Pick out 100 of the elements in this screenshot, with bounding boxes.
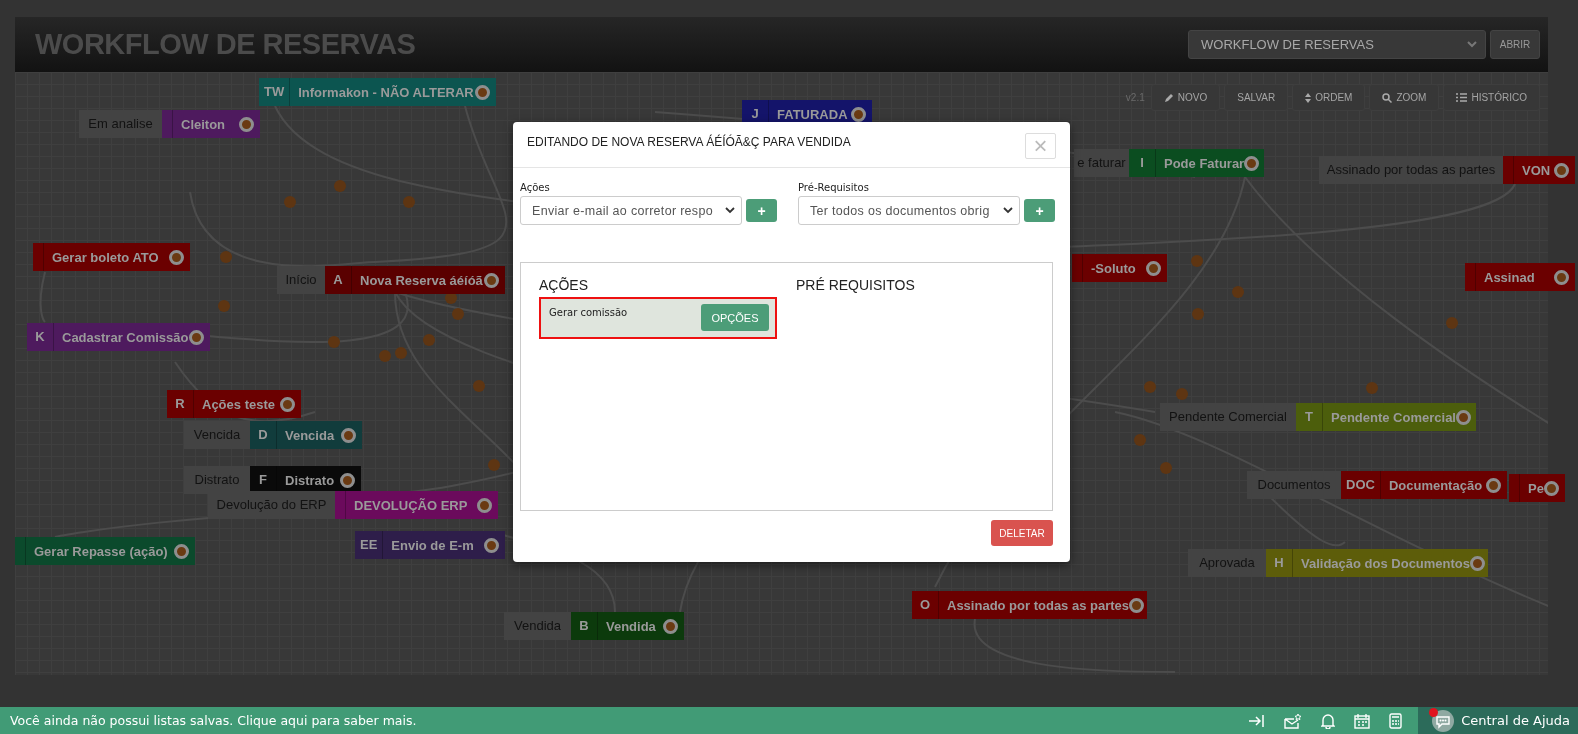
handle-icon[interactable]	[851, 106, 866, 122]
handle-icon[interactable]	[1129, 597, 1145, 613]
prerequisites-select[interactable]: Ter todos os documentos obrig	[798, 196, 1020, 225]
workflow-node[interactable]: -Soluto	[1072, 254, 1167, 282]
connector-dot[interactable]	[423, 334, 435, 346]
chevron-icon	[725, 207, 735, 214]
toolbar-button[interactable]: ORDEM	[1292, 84, 1366, 111]
connector-dot[interactable]	[379, 350, 391, 362]
handle-icon[interactable]	[1244, 155, 1260, 171]
workflow-node[interactable]: D Vencida	[250, 421, 362, 449]
arrow-to-line-icon[interactable]	[1249, 714, 1266, 727]
toolbar-button[interactable]: SALVAR	[1224, 84, 1289, 111]
workflow-node[interactable]: Gerar Repasse (ação)	[15, 537, 195, 565]
connector-dot[interactable]	[473, 380, 485, 392]
workflow-node[interactable]: O Assinado por todas as partes	[912, 591, 1147, 619]
connector-dot[interactable]	[218, 300, 230, 312]
handle-icon[interactable]	[475, 84, 490, 100]
handle-icon[interactable]	[1470, 555, 1486, 571]
node-title: Pode Faturar	[1163, 155, 1245, 171]
calendar-icon[interactable]	[1354, 712, 1371, 729]
node-title: Nova Reserva áéíóã	[359, 272, 484, 288]
action-item[interactable]: Gerar comissão OPÇÕES	[539, 297, 777, 339]
handle-icon[interactable]	[1544, 480, 1559, 496]
options-button[interactable]: OPÇÕES	[701, 304, 769, 331]
node-title: Vendida	[605, 618, 657, 634]
open-button[interactable]: ABRIR	[1490, 30, 1540, 59]
handle-icon[interactable]	[663, 618, 678, 634]
connector-dot[interactable]	[328, 336, 340, 348]
workflow-node[interactable]: R Ações teste	[167, 390, 301, 418]
workflow-node[interactable]: Assinad	[1465, 263, 1575, 291]
workflow-node[interactable]: DOC Documentação	[1341, 471, 1507, 499]
connector-dot[interactable]	[1160, 462, 1172, 474]
node-letter: K	[27, 323, 54, 351]
actions-select[interactable]: Enviar e-mail ao corretor respo	[520, 196, 742, 225]
delete-button[interactable]: DELETAR	[991, 520, 1053, 546]
add-button[interactable]: +	[1024, 199, 1055, 222]
node-title: Pendente Comercial	[1330, 409, 1456, 425]
connector-dot[interactable]	[1144, 381, 1156, 393]
handle-icon[interactable]	[1146, 260, 1161, 276]
handle-icon[interactable]	[484, 537, 499, 553]
workflow-node[interactable]: B Vendida	[571, 612, 684, 640]
handle-icon[interactable]	[341, 427, 356, 443]
handle-icon[interactable]	[477, 497, 492, 513]
node-title: -Soluto	[1090, 260, 1137, 276]
node-title: Pe	[1527, 480, 1544, 496]
connector-dot[interactable]	[284, 196, 296, 208]
workflow-node[interactable]: H Validação dos Documentos	[1266, 549, 1488, 577]
connector-dot[interactable]	[488, 459, 500, 471]
connector-dot[interactable]	[1176, 388, 1188, 400]
node-title: Gerar Repasse (ação)	[33, 543, 169, 559]
handle-icon[interactable]	[484, 272, 499, 288]
connector-dot[interactable]	[1232, 286, 1244, 298]
workflow-node[interactable]: EE Envio de E-m	[355, 531, 505, 559]
handle-icon[interactable]	[1456, 409, 1471, 425]
workflow-node[interactable]: F Distrato	[250, 466, 361, 494]
connector-dot[interactable]	[395, 347, 407, 359]
handle-icon[interactable]	[239, 116, 254, 132]
calculator-icon[interactable]	[1389, 712, 1403, 729]
connector-dot[interactable]	[334, 180, 346, 192]
mail-star-icon[interactable]	[1284, 712, 1303, 729]
connector-dot[interactable]	[403, 196, 415, 208]
handle-icon[interactable]	[1486, 477, 1501, 493]
workflow-node[interactable]: I Pode Faturar	[1129, 149, 1264, 177]
node-letter: T	[1296, 403, 1323, 431]
workflow-node[interactable]: Gerar boleto ATO	[33, 243, 190, 271]
handle-icon[interactable]	[174, 543, 189, 559]
handle-icon[interactable]	[1554, 162, 1569, 178]
connector-dot[interactable]	[1134, 434, 1146, 446]
connector-dot[interactable]	[452, 308, 464, 320]
workflow-select[interactable]: WORKFLOW DE RESERVAS	[1188, 30, 1486, 59]
node-title: Validação dos Documentos	[1300, 555, 1471, 571]
toolbar-button[interactable]: NOVO	[1150, 84, 1221, 111]
workflow-node[interactable]: K Cadastrar Comissão	[27, 323, 210, 351]
connector-dot[interactable]	[1366, 382, 1378, 394]
handle-icon[interactable]	[189, 329, 204, 345]
handle-icon[interactable]	[169, 249, 184, 265]
workflow-node[interactable]: T Pendente Comercial	[1296, 403, 1476, 431]
connector-dot[interactable]	[1191, 255, 1203, 267]
help-center-button[interactable]: Central de Ajuda	[1418, 707, 1578, 734]
workflow-node[interactable]: A Nova Reserva áéíóã	[325, 266, 505, 294]
node-letter: EE	[355, 531, 384, 559]
toolbar-button[interactable]: HISTÓRICO	[1443, 84, 1540, 111]
add-button[interactable]: +	[746, 199, 777, 222]
node-title: Assinad	[1483, 269, 1536, 285]
bell-icon[interactable]	[1321, 712, 1336, 729]
workflow-node[interactable]: Pe	[1509, 474, 1565, 502]
workflow-node[interactable]: Cleiton	[162, 110, 260, 138]
workflow-node[interactable]: DEVOLUÇÃO ERP	[335, 491, 498, 519]
connector-dot[interactable]	[1446, 317, 1458, 329]
workflow-node[interactable]: TW Informakon - NÃO ALTERAR	[259, 78, 496, 106]
connector-dot[interactable]	[1192, 308, 1204, 320]
handle-icon[interactable]	[280, 396, 295, 412]
workflow-node[interactable]: VON	[1503, 156, 1575, 184]
handle-icon[interactable]	[340, 472, 355, 488]
status-message[interactable]: Você ainda não possui listas salvas. Clique aqui para saber mais.	[0, 713, 1250, 728]
handle-icon[interactable]	[1554, 269, 1569, 285]
node-title: Envio de E-m	[390, 537, 475, 553]
toolbar-button[interactable]: ZOOM	[1369, 84, 1440, 111]
connector-dot[interactable]	[220, 251, 232, 263]
node-title: VON	[1521, 162, 1552, 178]
